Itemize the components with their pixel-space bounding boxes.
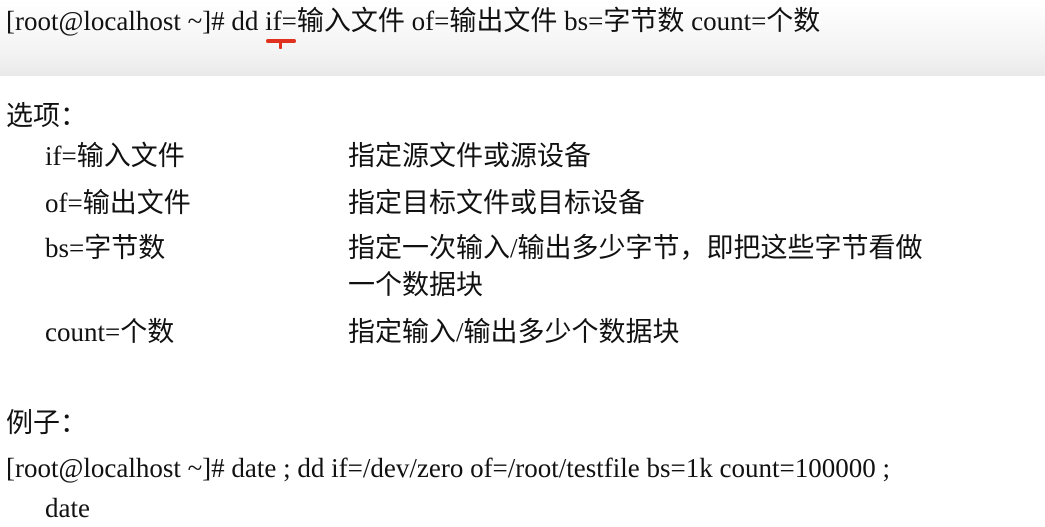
option-bs-desc-continued: 一个数据块 (348, 270, 483, 300)
example-command-line2: date (45, 493, 90, 523)
example-heading: 例子： (6, 408, 87, 438)
command-syntax: [root@localhost ~]# dd if=输入文件 of=输出文件 b… (6, 6, 821, 36)
option-if-name: if=输入文件 (45, 141, 185, 171)
options-heading: 选项： (6, 101, 87, 131)
option-if-desc: 指定源文件或源设备 (348, 141, 591, 171)
option-count-desc: 指定输入/输出多少个数据块 (348, 317, 680, 347)
option-of-desc: 指定目标文件或目标设备 (348, 188, 645, 218)
red-underline-annotation (266, 39, 296, 49)
option-bs-name: bs=字节数 (45, 233, 166, 263)
option-of-name: of=输出文件 (45, 188, 191, 218)
option-count-name: count=个数 (45, 317, 175, 347)
option-bs-desc: 指定一次输入/输出多少字节，即把这些字节看做 (348, 233, 923, 263)
example-command-line1: [root@localhost ~]# date ; dd if=/dev/ze… (6, 453, 890, 483)
